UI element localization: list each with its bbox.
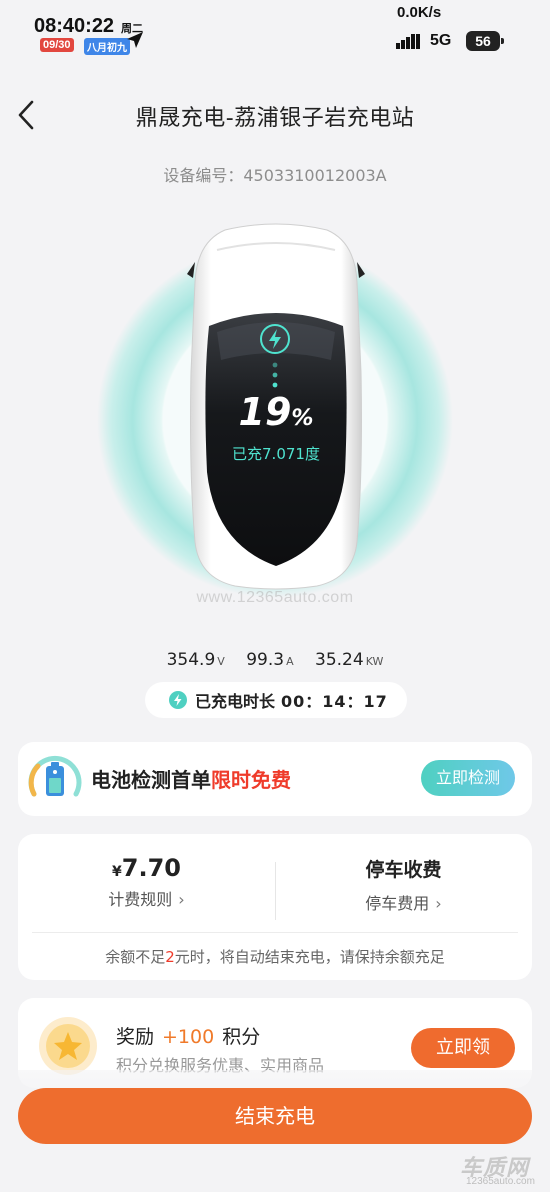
status-bar: 08:40:22 周二 09/30 八月初九 0.0K/s 5G 56 [0,0,550,62]
battery-indicator: 56 [466,31,504,51]
reward-title: 奖励 +100 积分 [116,1026,261,1048]
network-type: 5G [430,32,452,49]
watermark: www.12365auto.com [196,589,354,606]
bolt-icon [169,691,187,709]
chevron-right-icon: › [178,890,185,909]
current-value: 99.3 [246,650,285,670]
charged-energy: 已充7.071度 [232,445,320,463]
star-badge-icon [39,1017,97,1075]
charging-duration: 已充电时长 00：14：17 [145,682,407,718]
battery-check-icon [28,755,82,797]
divider [32,932,518,933]
location-arrow-icon [127,32,143,48]
chevron-right-icon: › [435,894,442,913]
network-speed: 0.0K/s [397,4,442,21]
voltage-value: 354.9 [166,650,216,670]
charging-stats: 354.9 V 99.3 A 35.24 KW [166,650,384,670]
date-badge: 09/30 [40,38,74,52]
charge-percent: 19% [238,390,314,434]
progress-dots-icon [272,362,278,388]
parking-title: 停车收费 [365,859,442,881]
fee-amount: ¥7.70 [112,854,181,882]
clock: 08:40:22 [34,15,115,37]
brand-logo-url: 12365auto.com [466,1176,535,1187]
page-title: 鼎晟充电-荔浦银子岩充电站 [135,106,415,131]
signal-icon [396,34,420,49]
balance-note: 余额不足2元时，将自动结束充电，请保持余额充足 [105,948,445,966]
battery-check-promo[interactable]: 电池检测首单限时免费 立即检测 [18,742,532,816]
parking-column: 停车收费 停车费用 › [275,854,532,914]
check-now-button[interactable]: 立即检测 [421,760,515,796]
claim-reward-button[interactable]: 立即领 [411,1028,515,1068]
billing-rules-link[interactable]: 计费规则 › [18,886,275,910]
fee-amount-column: ¥7.70 计费规则 › [18,854,275,910]
device-number: 设备编号：4503310012003A [163,166,387,185]
promo-text: 电池检测首单限时免费 [91,768,291,792]
fee-card: ¥7.70 计费规则 › 停车收费 停车费用 › 余额不足2元时，将自动结束充电，请… [18,834,532,980]
charging-bolt-icon [260,324,290,354]
end-charging-button[interactable]: 结束充电 [18,1088,532,1144]
parking-fee-link[interactable]: 停车费用 › [275,890,532,914]
power-value: 35.24 [315,650,364,670]
lunar-date-badge: 八月初九 [84,38,130,55]
